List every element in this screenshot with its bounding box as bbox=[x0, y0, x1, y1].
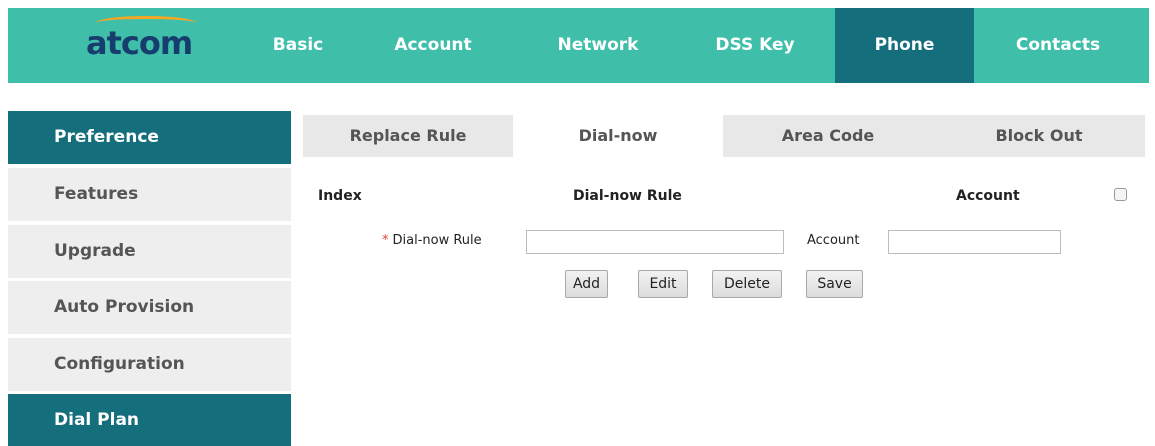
sidebar-item-upgrade[interactable]: Upgrade bbox=[8, 225, 291, 278]
column-header-account: Account bbox=[956, 188, 1020, 204]
add-button[interactable]: Add bbox=[565, 270, 608, 298]
account-label: Account bbox=[807, 233, 860, 248]
sidebar-item-preference[interactable]: Preference bbox=[8, 111, 291, 164]
column-header-index: Index bbox=[318, 188, 362, 204]
column-header-dial-now-rule: Dial-now Rule bbox=[573, 188, 682, 204]
account-input[interactable] bbox=[888, 230, 1061, 254]
sidebar-item-dial-plan[interactable]: Dial Plan bbox=[8, 394, 291, 446]
save-button[interactable]: Save bbox=[806, 270, 863, 298]
tab-area-code[interactable]: Area Code bbox=[723, 115, 933, 157]
sidebar-item-auto-provision[interactable]: Auto Provision bbox=[8, 281, 291, 334]
required-mark: * bbox=[382, 233, 389, 248]
dial-now-rule-label: * Dial-now Rule bbox=[382, 233, 482, 248]
select-all-checkbox[interactable] bbox=[1114, 188, 1127, 201]
nav-contacts[interactable]: Contacts bbox=[988, 8, 1128, 83]
delete-button[interactable]: Delete bbox=[712, 270, 782, 298]
dial-now-rule-label-text: Dial-now Rule bbox=[392, 233, 482, 248]
tab-replace-rule[interactable]: Replace Rule bbox=[303, 115, 513, 157]
logo-swoosh-icon bbox=[96, 16, 196, 30]
nav-account[interactable]: Account bbox=[378, 8, 488, 83]
sidebar-item-features[interactable]: Features bbox=[8, 168, 291, 221]
sidebar-item-configuration[interactable]: Configuration bbox=[8, 338, 291, 391]
nav-dss-key[interactable]: DSS Key bbox=[700, 8, 810, 83]
nav-basic[interactable]: Basic bbox=[258, 8, 338, 83]
edit-button[interactable]: Edit bbox=[638, 270, 688, 298]
tab-dial-now[interactable]: Dial-now bbox=[513, 115, 723, 159]
nav-network[interactable]: Network bbox=[543, 8, 653, 83]
tab-bar: Replace Rule Dial-now Area Code Block Ou… bbox=[303, 115, 1145, 159]
tab-block-out[interactable]: Block Out bbox=[933, 115, 1145, 157]
nav-phone[interactable]: Phone bbox=[835, 8, 974, 83]
atcom-logo[interactable]: atcom bbox=[86, 16, 196, 64]
dial-now-rule-input[interactable] bbox=[526, 230, 784, 254]
top-nav-bar: atcom Basic Account Network DSS Key Phon… bbox=[8, 8, 1149, 83]
